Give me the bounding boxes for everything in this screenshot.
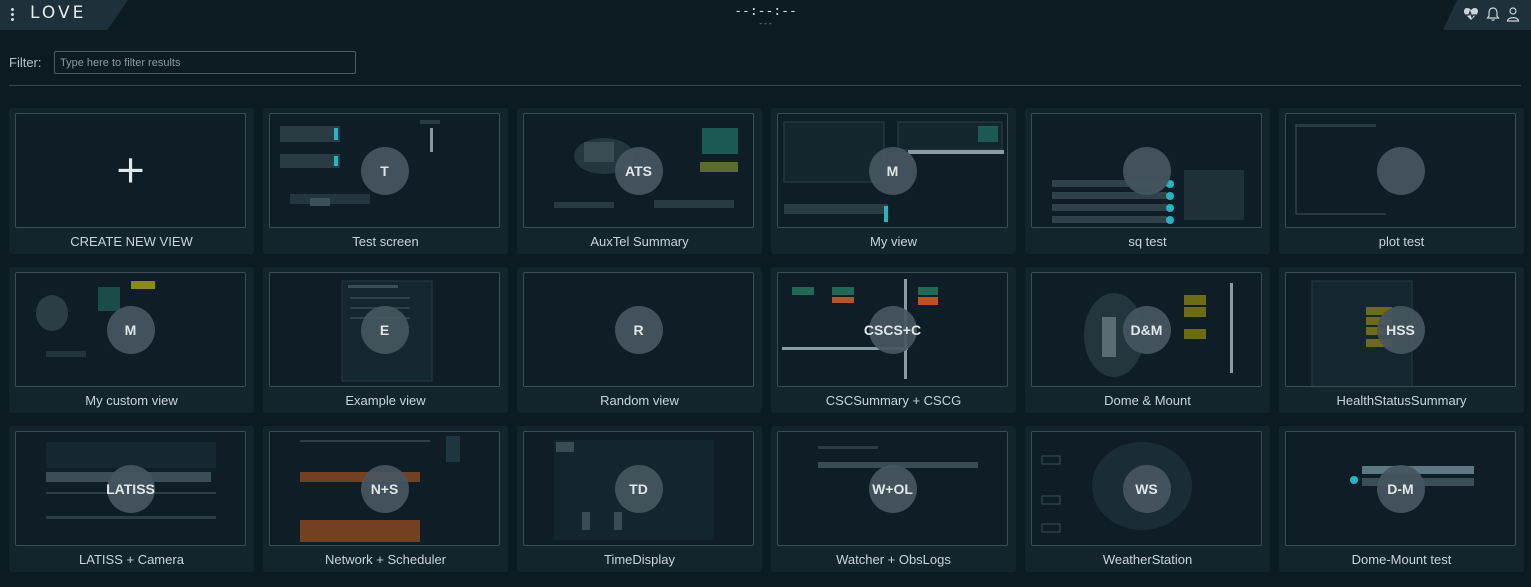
view-name: LATISS + Camera — [79, 552, 184, 567]
view-name: My view — [870, 234, 917, 249]
view-name: My custom view — [85, 393, 178, 408]
view-thumbnail: M — [15, 272, 246, 387]
view-thumbnail: D&M — [1031, 272, 1262, 387]
view-name: Dome & Mount — [1104, 393, 1191, 408]
view-name: CSCSummary + CSCG — [825, 393, 962, 408]
view-card[interactable]: T Test screen — [263, 108, 508, 254]
view-thumbnail: T — [269, 113, 500, 228]
user-icon[interactable] — [1505, 6, 1521, 22]
view-badge: CSCS+C — [864, 305, 921, 354]
divider — [9, 85, 1521, 86]
view-name: Network + Scheduler — [324, 552, 447, 567]
view-badge: HSS — [1376, 305, 1425, 354]
view-thumbnail: M — [777, 113, 1008, 228]
view-thumbnail: TD — [523, 431, 754, 546]
view-badge: D&M — [1122, 305, 1171, 354]
view-card[interactable]: CSCS+C CSCSummary + CSCG — [771, 267, 1016, 413]
view-card-create[interactable]: + CREATE NEW VIEW — [9, 108, 254, 254]
view-card[interactable]: WS WeatherStation — [1025, 426, 1270, 572]
view-thumbnail: W+OL — [777, 431, 1008, 546]
view-card[interactable]: HSS HealthStatusSummary — [1279, 267, 1524, 413]
view-thumbnail: ATS — [523, 113, 754, 228]
view-badge — [1376, 146, 1425, 195]
view-name: AuxTel Summary — [590, 234, 689, 249]
view-thumbnail: N+S — [269, 431, 500, 546]
view-thumbnail: E — [269, 272, 500, 387]
view-thumbnail: CSCS+C — [777, 272, 1008, 387]
clock-subtext: --- — [758, 19, 773, 28]
view-card[interactable]: E Example view — [263, 267, 508, 413]
view-card[interactable]: D&M Dome & Mount — [1025, 267, 1270, 413]
view-badge: LATISS — [106, 464, 155, 513]
view-thumbnail: WS — [1031, 431, 1262, 546]
view-name: plot test — [1378, 234, 1425, 249]
view-name: TimeDisplay — [603, 552, 676, 567]
view-badge: N+S — [360, 464, 409, 513]
view-name: WeatherStation — [1102, 552, 1193, 567]
view-card[interactable]: plot test — [1279, 108, 1524, 254]
view-card[interactable]: D-M Dome-Mount test — [1279, 426, 1524, 572]
view-name: CREATE NEW VIEW — [70, 234, 193, 249]
view-badge: E — [360, 305, 409, 354]
view-card[interactable]: N+S Network + Scheduler — [263, 426, 508, 572]
view-name: Watcher + ObsLogs — [836, 552, 951, 567]
view-name: Test screen — [352, 234, 419, 249]
view-badge — [1122, 146, 1171, 195]
view-badge: R — [614, 305, 663, 354]
view-card[interactable]: W+OL Watcher + ObsLogs — [771, 426, 1016, 572]
view-thumbnail — [1285, 113, 1516, 228]
views-grid: + CREATE NEW VIEW T Test screen ATS AuxT… — [9, 108, 1524, 572]
view-thumbnail: D-M — [1285, 431, 1516, 546]
view-card[interactable]: ATS AuxTel Summary — [517, 108, 762, 254]
view-thumbnail: R — [523, 272, 754, 387]
view-card[interactable]: R Random view — [517, 267, 762, 413]
view-badge: M — [868, 146, 917, 195]
clock-display: --:--:-- — [734, 4, 797, 19]
view-card[interactable]: M My custom view — [9, 267, 254, 413]
bell-icon[interactable] — [1485, 6, 1501, 22]
view-thumbnail: LATISS — [15, 431, 246, 546]
view-thumbnail: + — [15, 113, 246, 228]
heart-icon[interactable] — [1463, 6, 1479, 22]
status-icons-area — [1443, 0, 1531, 30]
view-badge: W+OL — [868, 464, 917, 513]
view-card[interactable]: LATISS LATISS + Camera — [9, 426, 254, 572]
view-name: HealthStatusSummary — [1336, 393, 1467, 408]
filter-label: Filter: — [9, 55, 42, 70]
view-card[interactable]: TD TimeDisplay — [517, 426, 762, 572]
view-thumbnail — [1031, 113, 1262, 228]
view-badge: WS — [1122, 464, 1171, 513]
filter-input[interactable] — [54, 51, 356, 74]
view-badge: T — [360, 146, 409, 195]
plus-icon: + — [114, 146, 147, 191]
view-badge: M — [106, 305, 155, 354]
view-name: Dome-Mount test — [1351, 552, 1452, 567]
view-card[interactable]: sq test — [1025, 108, 1270, 254]
view-badge: ATS — [614, 146, 663, 195]
view-name: Example view — [345, 393, 426, 408]
view-badge: D-M — [1376, 464, 1425, 513]
view-thumbnail: HSS — [1285, 272, 1516, 387]
view-name: sq test — [1128, 234, 1167, 249]
view-badge: TD — [614, 464, 663, 513]
top-bar: LOVE --:--:-- --- — [0, 0, 1531, 30]
view-name: Random view — [600, 393, 679, 408]
view-card[interactable]: M My view — [771, 108, 1016, 254]
